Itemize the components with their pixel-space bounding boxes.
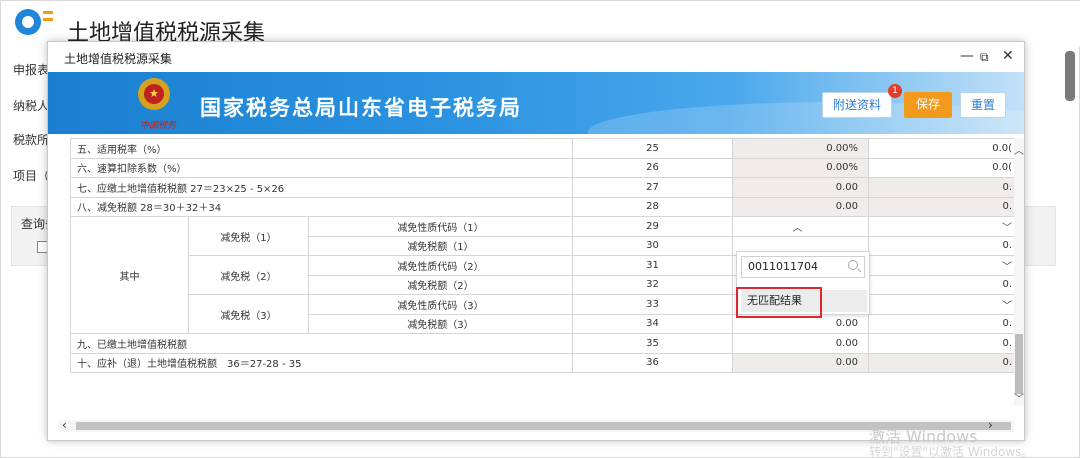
row-number: 35 xyxy=(572,333,734,354)
cumulative-value-cell: 0. xyxy=(868,313,1014,334)
banner-title: 国家税务总局山东省电子税务局 xyxy=(200,96,522,120)
row-number: 32 xyxy=(572,274,734,295)
restore-button[interactable]: ⧉ xyxy=(980,50,989,65)
dropdown-search-value: 0011011704 xyxy=(748,260,818,273)
bg-label-report: 申报表 xyxy=(13,63,50,77)
cumulative-code-select[interactable]: ﹀ xyxy=(868,255,1014,276)
app-logo-icon xyxy=(15,7,55,39)
close-button[interactable]: ✕ xyxy=(1002,48,1014,64)
screen: 土地增值税税源采集 申报表 纳税人 税款所 项目（ 查询条 土地增值税税源采集 … xyxy=(0,0,1080,458)
cumulative-value-cell: 0. xyxy=(868,177,1014,198)
chevron-left-icon[interactable]: ‹ xyxy=(62,418,67,432)
activate-windows-hint: 转到"设置"以激活 Windows。 xyxy=(869,445,1034,458)
tax-bureau-banner: ★ 中国税务 国家税务总局山东省电子税务局 附送资料 1 保存 重置 xyxy=(48,72,1024,134)
sub-group-label: 减免税（2） xyxy=(188,255,309,295)
current-value-cell: 0.00 xyxy=(732,196,870,217)
code-label: 减免性质代码（3） xyxy=(307,294,574,315)
modal-titlebar: 土地增值税税源采集 — ⧉ ✕ xyxy=(48,42,1024,72)
row-label: 十、应补（退）土地增值税税额 36＝27-28 - 35 xyxy=(70,352,574,373)
dropdown-search-input[interactable]: 0011011704 xyxy=(741,256,865,278)
row-number: 34 xyxy=(572,313,734,334)
row-label: 五、适用税率（%） xyxy=(70,138,574,159)
row-number: 36 xyxy=(572,352,734,373)
reset-button[interactable]: 重置 xyxy=(960,92,1006,118)
chevron-right-icon[interactable]: › xyxy=(988,418,993,432)
bg-label-taxpayer: 纳税人 xyxy=(13,99,50,113)
code-label: 减免性质代码（1） xyxy=(307,216,574,237)
table-row: 六、速算扣除系数（%） 26 0.00% 0.0( xyxy=(70,157,1014,178)
row-number: 29 xyxy=(572,216,734,237)
cumulative-value-cell: 0. xyxy=(868,333,1014,354)
chevron-up-icon: ︿ xyxy=(792,222,803,234)
table-row: 减免税（3） 减免性质代码（3） 33 ﹀ ﹀ xyxy=(71,294,1014,334)
chevron-down-icon: ﹀ xyxy=(1002,261,1013,273)
emblem-text: 中国税务 xyxy=(140,121,177,131)
page-scrollbar[interactable] xyxy=(1065,51,1075,101)
vertical-scroll-thumb[interactable] xyxy=(1015,334,1023,394)
cumulative-value-cell: 0. xyxy=(868,235,1014,256)
cumulative-value-cell: 0. xyxy=(868,274,1014,295)
tax-source-modal: 土地增值税税源采集 — ⧉ ✕ ★ 中国税务 国家税务总局山东省电子税务局 附送… xyxy=(47,41,1025,441)
attach-count-badge: 1 xyxy=(888,84,902,98)
current-value-cell: 0.00% xyxy=(732,157,870,178)
relief-code-select-1[interactable]: ︿ xyxy=(732,216,870,237)
table-row: 十、应补（退）土地增值税税额 36＝27-28 - 35 36 0.00 0. xyxy=(70,352,1014,373)
row-label: 七、应缴土地增值税税额 27＝23×25 - 5×26 xyxy=(70,177,574,198)
table-row: 减免税（2） 减免性质代码（2） 31 ﹀ xyxy=(71,255,1014,295)
chevron-down-icon[interactable]: ﹀ xyxy=(1014,390,1024,405)
row-number: 27 xyxy=(572,177,734,198)
tax-table-container: 五、适用税率（%） 25 0.00% 0.0( 六、速算扣除系数（%） 26 0… xyxy=(70,138,1014,406)
row-number: 28 xyxy=(572,196,734,217)
modal-title: 土地增值税税源采集 xyxy=(64,52,173,66)
table-vertical-scrollbar[interactable]: ︿ ﹀ xyxy=(1014,138,1024,406)
row-number: 26 xyxy=(572,157,734,178)
search-icon[interactable] xyxy=(848,260,858,270)
chevron-down-icon: ﹀ xyxy=(1002,300,1013,312)
bg-label-taxoffice: 税款所 xyxy=(13,133,50,147)
table-row: 八、减免税额 28＝30＋32＋34 28 0.00 0. xyxy=(70,196,1014,217)
group-label: 其中 xyxy=(70,216,189,334)
cumulative-code-select[interactable]: ﹀ xyxy=(868,294,1014,315)
attach-documents-button[interactable]: 附送资料 xyxy=(822,92,892,118)
table-row: 其中 减免税（1） 减免性质代码（1） 29 ︿ ﹀ xyxy=(70,216,1014,334)
row-number: 33 xyxy=(572,294,734,315)
table-row: 九、已缴土地增值税税额 35 0.00 0. xyxy=(70,333,1014,354)
row-label: 九、已缴土地增值税税额 xyxy=(70,333,574,354)
cumulative-value-cell: 0.0( xyxy=(868,138,1014,159)
code-label: 减免性质代码（2） xyxy=(307,255,574,276)
amount-label: 减免税额（2） xyxy=(307,274,574,295)
row-label: 六、速算扣除系数（%） xyxy=(70,157,574,178)
sub-group-label: 减免税（3） xyxy=(188,294,309,334)
cumulative-value-cell: 0. xyxy=(868,196,1014,217)
tax-table: 五、适用税率（%） 25 0.00% 0.0( 六、速算扣除系数（%） 26 0… xyxy=(70,138,1014,373)
tax-emblem-icon: ★ xyxy=(134,78,174,118)
row-number: 25 xyxy=(572,138,734,159)
cumulative-value-cell: 0.0( xyxy=(868,157,1014,178)
row-number: 30 xyxy=(572,235,734,256)
chevron-up-icon[interactable]: ︿ xyxy=(1014,142,1024,157)
row-number: 31 xyxy=(572,255,734,276)
table-row: 七、应缴土地增值税税额 27＝23×25 - 5×26 27 0.00 0. xyxy=(70,177,1014,198)
row-label: 八、减免税额 28＝30＋32＋34 xyxy=(70,196,574,217)
cumulative-code-select[interactable]: ﹀ xyxy=(868,216,1014,237)
amount-label: 减免税额（1） xyxy=(307,235,574,256)
current-value-cell: 0.00 xyxy=(732,352,870,373)
sub-group-label: 减免税（1） xyxy=(188,216,309,256)
chevron-down-icon: ﹀ xyxy=(1002,222,1013,234)
cumulative-value-cell: 0. xyxy=(868,352,1014,373)
minimize-button[interactable]: — xyxy=(960,48,974,64)
current-value-cell: 0.00 xyxy=(732,177,870,198)
current-value-cell: 0.00% xyxy=(732,138,870,159)
paid-tax-input[interactable]: 0.00 xyxy=(732,333,870,354)
table-row: 五、适用税率（%） 25 0.00% 0.0( xyxy=(70,138,1014,159)
save-button[interactable]: 保存 xyxy=(904,92,952,118)
bg-label-project: 项目（ xyxy=(13,169,50,183)
highlight-box xyxy=(736,287,822,318)
amount-label: 减免税额（3） xyxy=(307,313,574,334)
